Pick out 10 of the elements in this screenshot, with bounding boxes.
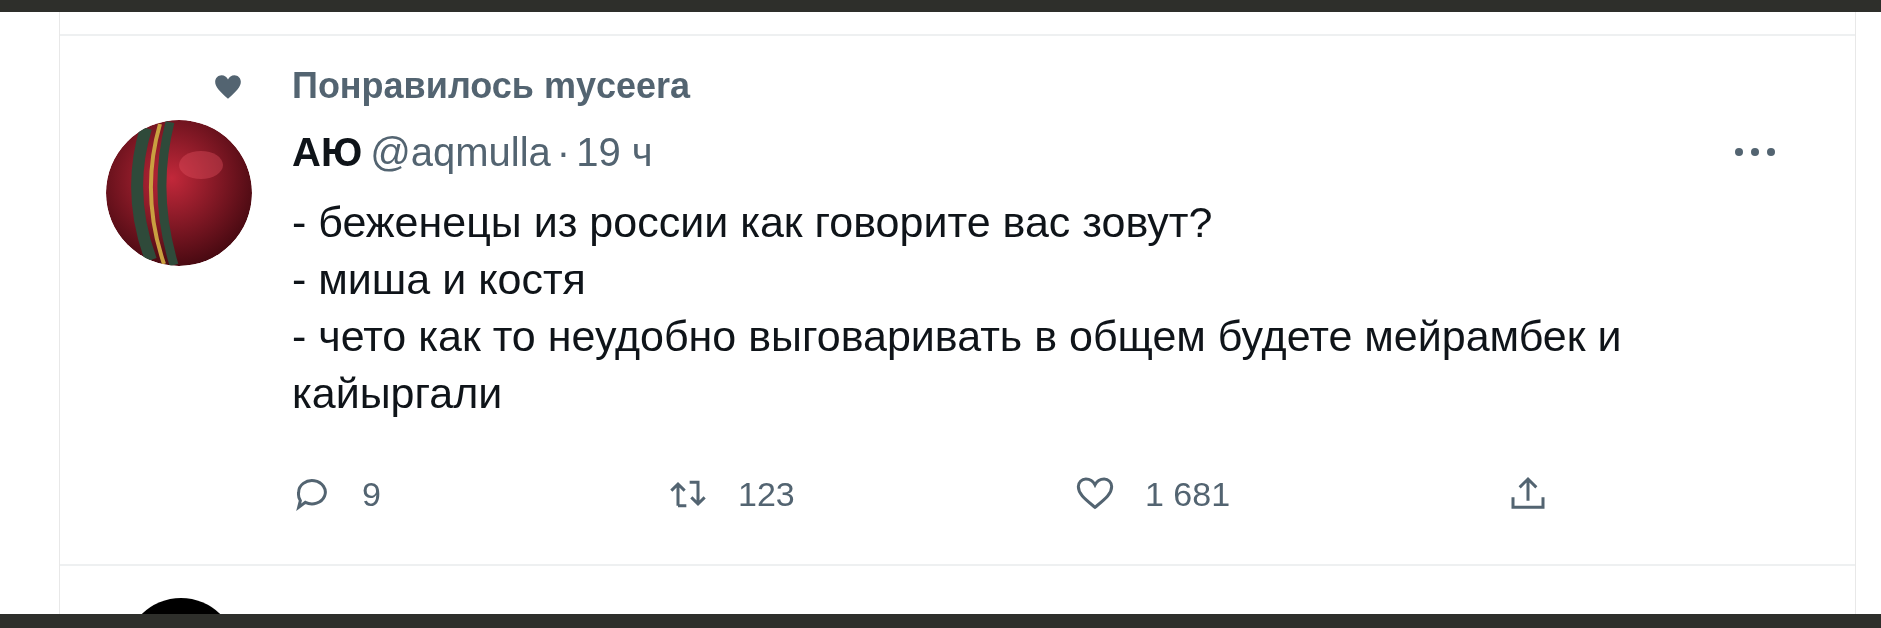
timestamp[interactable]: 19 ч — [576, 130, 653, 174]
liked-by-label: Понравилось myceera — [292, 66, 692, 106]
tweet-text: - беженецы из россии как говорите вас зовут? - миша и костя - чето как то неудобно выговаривать в общем будете мейрамбек и кайыргали — [292, 197, 1623, 419]
count: 1 681 — [1145, 473, 1231, 515]
user-name[interactable]: АЮ — [292, 130, 363, 174]
count: 9 — [362, 473, 381, 515]
heart-icon — [214, 74, 242, 100]
separator: · — [556, 130, 571, 174]
user-handle[interactable]: @aqmulla — [370, 130, 551, 174]
count: 123 — [738, 473, 795, 515]
